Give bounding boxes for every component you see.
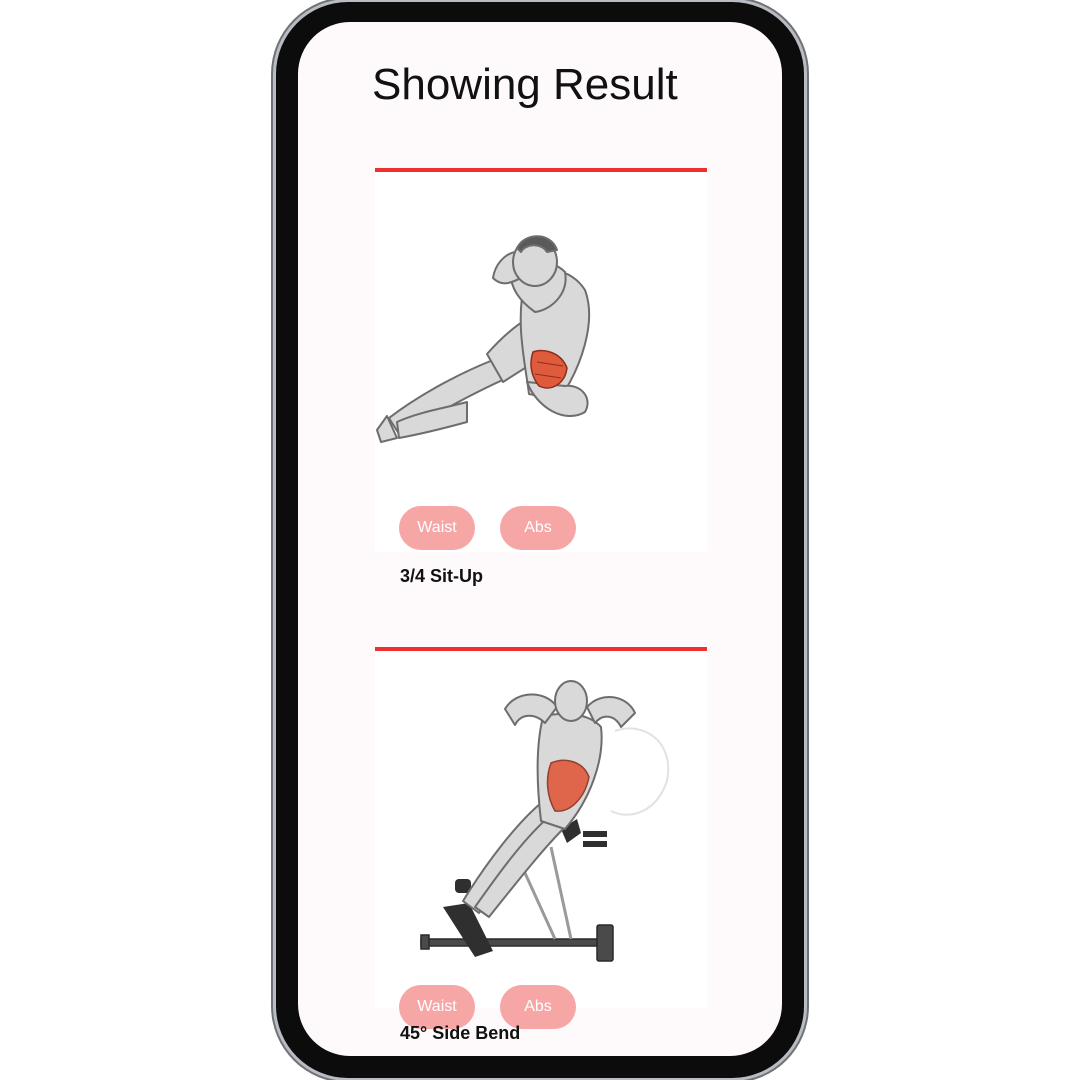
exercise-name[interactable]: 45° Side Bend bbox=[400, 1023, 520, 1044]
sit-up-illustration-icon bbox=[376, 235, 591, 443]
result-card[interactable]: Waist Abs 3/4 Sit-Up bbox=[375, 168, 707, 586]
tag-waist[interactable]: Waist bbox=[399, 506, 475, 550]
tag-abs[interactable]: Abs bbox=[500, 506, 576, 550]
card-image-area: Waist Abs bbox=[375, 651, 707, 1029]
result-card[interactable]: Waist Abs 45° Side Bend bbox=[375, 647, 707, 1043]
phone-frame: Showing Result Waist Abs 3/4 Sit-Up Wais… bbox=[276, 2, 804, 1078]
page-title: Showing Result bbox=[372, 60, 678, 109]
side-bend-illustration-icon bbox=[420, 680, 670, 962]
exercise-name[interactable]: 3/4 Sit-Up bbox=[400, 566, 483, 587]
card-image-area: Waist Abs bbox=[375, 172, 707, 552]
phone-screen: Showing Result Waist Abs 3/4 Sit-Up Wais… bbox=[298, 22, 782, 1056]
